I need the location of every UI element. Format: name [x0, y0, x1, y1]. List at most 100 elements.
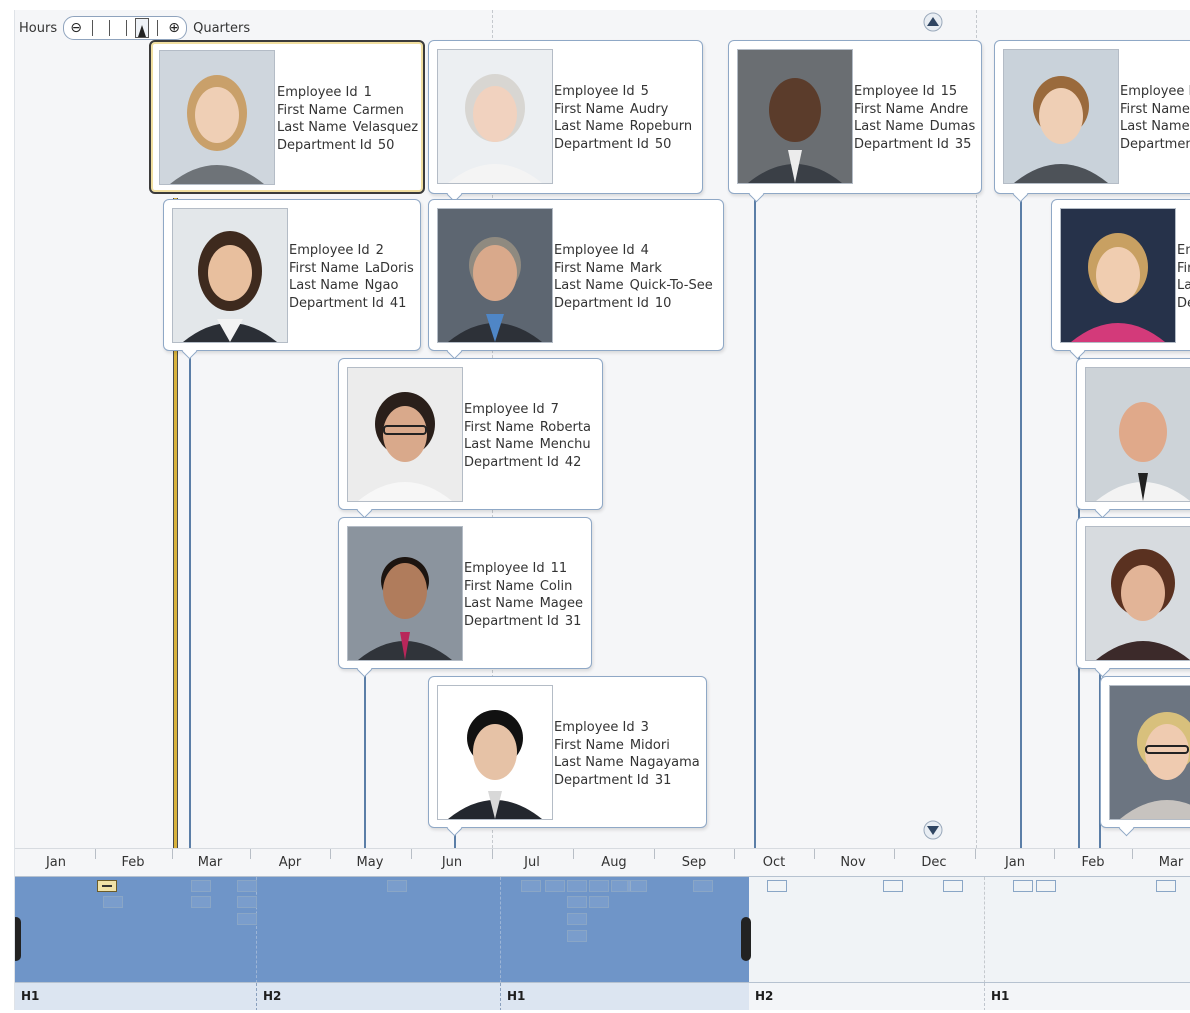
- month-tick: [573, 849, 574, 859]
- timeline-stem: [364, 668, 366, 848]
- overview-marker[interactable]: [191, 880, 211, 892]
- overview-marker[interactable]: [589, 896, 609, 908]
- overview-marker[interactable]: [567, 896, 587, 908]
- triangle-up-icon[interactable]: [921, 12, 945, 32]
- employee-info: Employee Id 4 First Name Mark Last Name Qui…: [554, 243, 713, 311]
- overview-marker[interactable]: [103, 896, 123, 908]
- employee-photo: [437, 49, 553, 184]
- month-tick: [654, 849, 655, 859]
- overview-window[interactable]: [15, 877, 749, 983]
- month-label: Aug: [601, 855, 627, 870]
- overview-marker[interactable]: [237, 913, 257, 925]
- overview-marker[interactable]: [567, 880, 587, 892]
- overview-marker[interactable]: [589, 880, 609, 892]
- month-tick: [894, 849, 895, 859]
- employee-card[interactable]: Employee Id 2 First Name LaDoris Last Name…: [163, 199, 421, 360]
- zoom-min-label: Hours: [19, 20, 58, 36]
- year-gridline: [256, 877, 257, 983]
- employee-info: Employee Id 2 First Name LaDoris Last Name…: [289, 243, 414, 311]
- zoom-control: Hours ⊖ ⊕ Quarters: [19, 16, 250, 40]
- month-label: Jan: [1004, 855, 1026, 870]
- employee-info: Employee Id 15 First Name Andre Last Name D…: [854, 84, 976, 152]
- overview-marker[interactable]: [1013, 880, 1033, 892]
- triangle-down-icon[interactable]: [921, 820, 945, 840]
- employee-card[interactable]: [1076, 358, 1190, 519]
- month-label: Mar: [197, 855, 223, 870]
- month-tick: [1054, 849, 1055, 859]
- month-label: Apr: [278, 855, 302, 870]
- overview-marker[interactable]: [627, 880, 647, 892]
- employee-card[interactable]: [1076, 517, 1190, 678]
- zoom-thumb[interactable]: [135, 18, 150, 38]
- employee-card[interactable]: Employee Id 5 First Name Audry Last Name Ro…: [428, 40, 703, 203]
- employee-info: Employee I First Name Last Name Departme…: [1120, 84, 1190, 152]
- timeline-stem: [754, 194, 756, 848]
- employee-card[interactable]: Employee I First Name Last Name Departme…: [994, 40, 1190, 203]
- zoom-tick: [92, 20, 94, 36]
- timeline-stem: [1020, 194, 1022, 848]
- employee-card[interactable]: En Fir La De: [1051, 199, 1190, 360]
- overview-marker[interactable]: [1156, 880, 1176, 892]
- month-tick: [814, 849, 815, 859]
- overview-right-handle[interactable]: [741, 917, 751, 961]
- month-tick: [492, 849, 493, 859]
- timeline-view[interactable]: Hours ⊖ ⊕ Quarters Employee Id 1 First N…: [14, 10, 1190, 1010]
- employee-photo: [172, 208, 288, 343]
- month-tick: [411, 849, 412, 859]
- overview-left-handle[interactable]: [15, 917, 21, 961]
- employee-info: Employee Id 7 First Name Roberta Last Name…: [464, 402, 591, 470]
- zoom-tick: [157, 20, 159, 36]
- employee-card[interactable]: Employee Id 1 First Name Carmen Last Name V…: [149, 40, 425, 194]
- overview-marker[interactable]: [1036, 880, 1056, 892]
- overview-marker[interactable]: [693, 880, 713, 892]
- employee-photo: [1085, 367, 1190, 502]
- employee-card[interactable]: Employee Id 11 First Name Colin Last Name M…: [338, 517, 592, 678]
- month-tick: [975, 849, 976, 859]
- employee-card[interactable]: [1100, 676, 1190, 837]
- employee-card[interactable]: Employee Id 15 First Name Andre Last Name D…: [728, 40, 982, 203]
- overview-marker[interactable]: [767, 880, 787, 892]
- employee-card[interactable]: Employee Id 3 First Name Midori Last Name N…: [428, 676, 707, 837]
- overview-marker[interactable]: [237, 896, 257, 908]
- month-axis: Jan Feb Mar Apr May Jun Jul Aug Sep Oct Nov Dec Jan F…: [15, 848, 1190, 877]
- month-label: Nov: [840, 855, 866, 870]
- zoom-out-icon[interactable]: ⊖: [68, 20, 84, 36]
- month-tick: [95, 849, 96, 859]
- month-label: Sep: [681, 855, 707, 870]
- overview-marker[interactable]: [237, 880, 257, 892]
- employee-photo: [159, 50, 275, 185]
- month-label: Feb: [121, 855, 145, 870]
- zoom-tick: [126, 20, 128, 36]
- employee-info: Employee Id 5 First Name Audry Last Name Ro…: [554, 84, 693, 152]
- month-label: Mar: [1158, 855, 1184, 870]
- overview-marker[interactable]: [943, 880, 963, 892]
- overview-marker[interactable]: [521, 880, 541, 892]
- last-name-value: Velasquez: [352, 120, 419, 135]
- overview-marker[interactable]: [191, 896, 211, 908]
- employee-id-value: 1: [363, 85, 372, 100]
- overview-marker[interactable]: [387, 880, 407, 892]
- zoom-tick: [109, 20, 111, 36]
- month-tick: [172, 849, 173, 859]
- employee-card[interactable]: Employee Id 7 First Name Roberta Last Name…: [338, 358, 603, 519]
- zoom-in-icon[interactable]: ⊕: [166, 20, 182, 36]
- overview-marker[interactable]: [567, 930, 587, 942]
- employee-card[interactable]: Employee Id 4 First Name Mark Last Name Qui…: [428, 199, 724, 360]
- department-id-value: 50: [377, 137, 395, 153]
- employee-photo: [347, 367, 463, 502]
- overview-marker[interactable]: [567, 913, 587, 925]
- year-gridline: [984, 877, 985, 983]
- overview-panel[interactable]: [15, 876, 1190, 983]
- employee-info: Employee Id 1 First Name Carmen Last Name V…: [277, 85, 419, 153]
- overview-marker-selected[interactable]: [97, 880, 117, 892]
- zoom-slider[interactable]: ⊖ ⊕: [63, 16, 188, 40]
- half-label: H2: [256, 983, 500, 1010]
- overview-marker[interactable]: [883, 880, 903, 892]
- month-label: May: [356, 855, 384, 870]
- employee-info: Employee Id 11 First Name Colin Last Name M…: [464, 561, 584, 629]
- year-gridline: [500, 877, 501, 983]
- overview-marker[interactable]: [545, 880, 565, 892]
- month-tick: [250, 849, 251, 859]
- employee-photo: [1085, 526, 1190, 661]
- half-label: H1: [15, 983, 256, 1010]
